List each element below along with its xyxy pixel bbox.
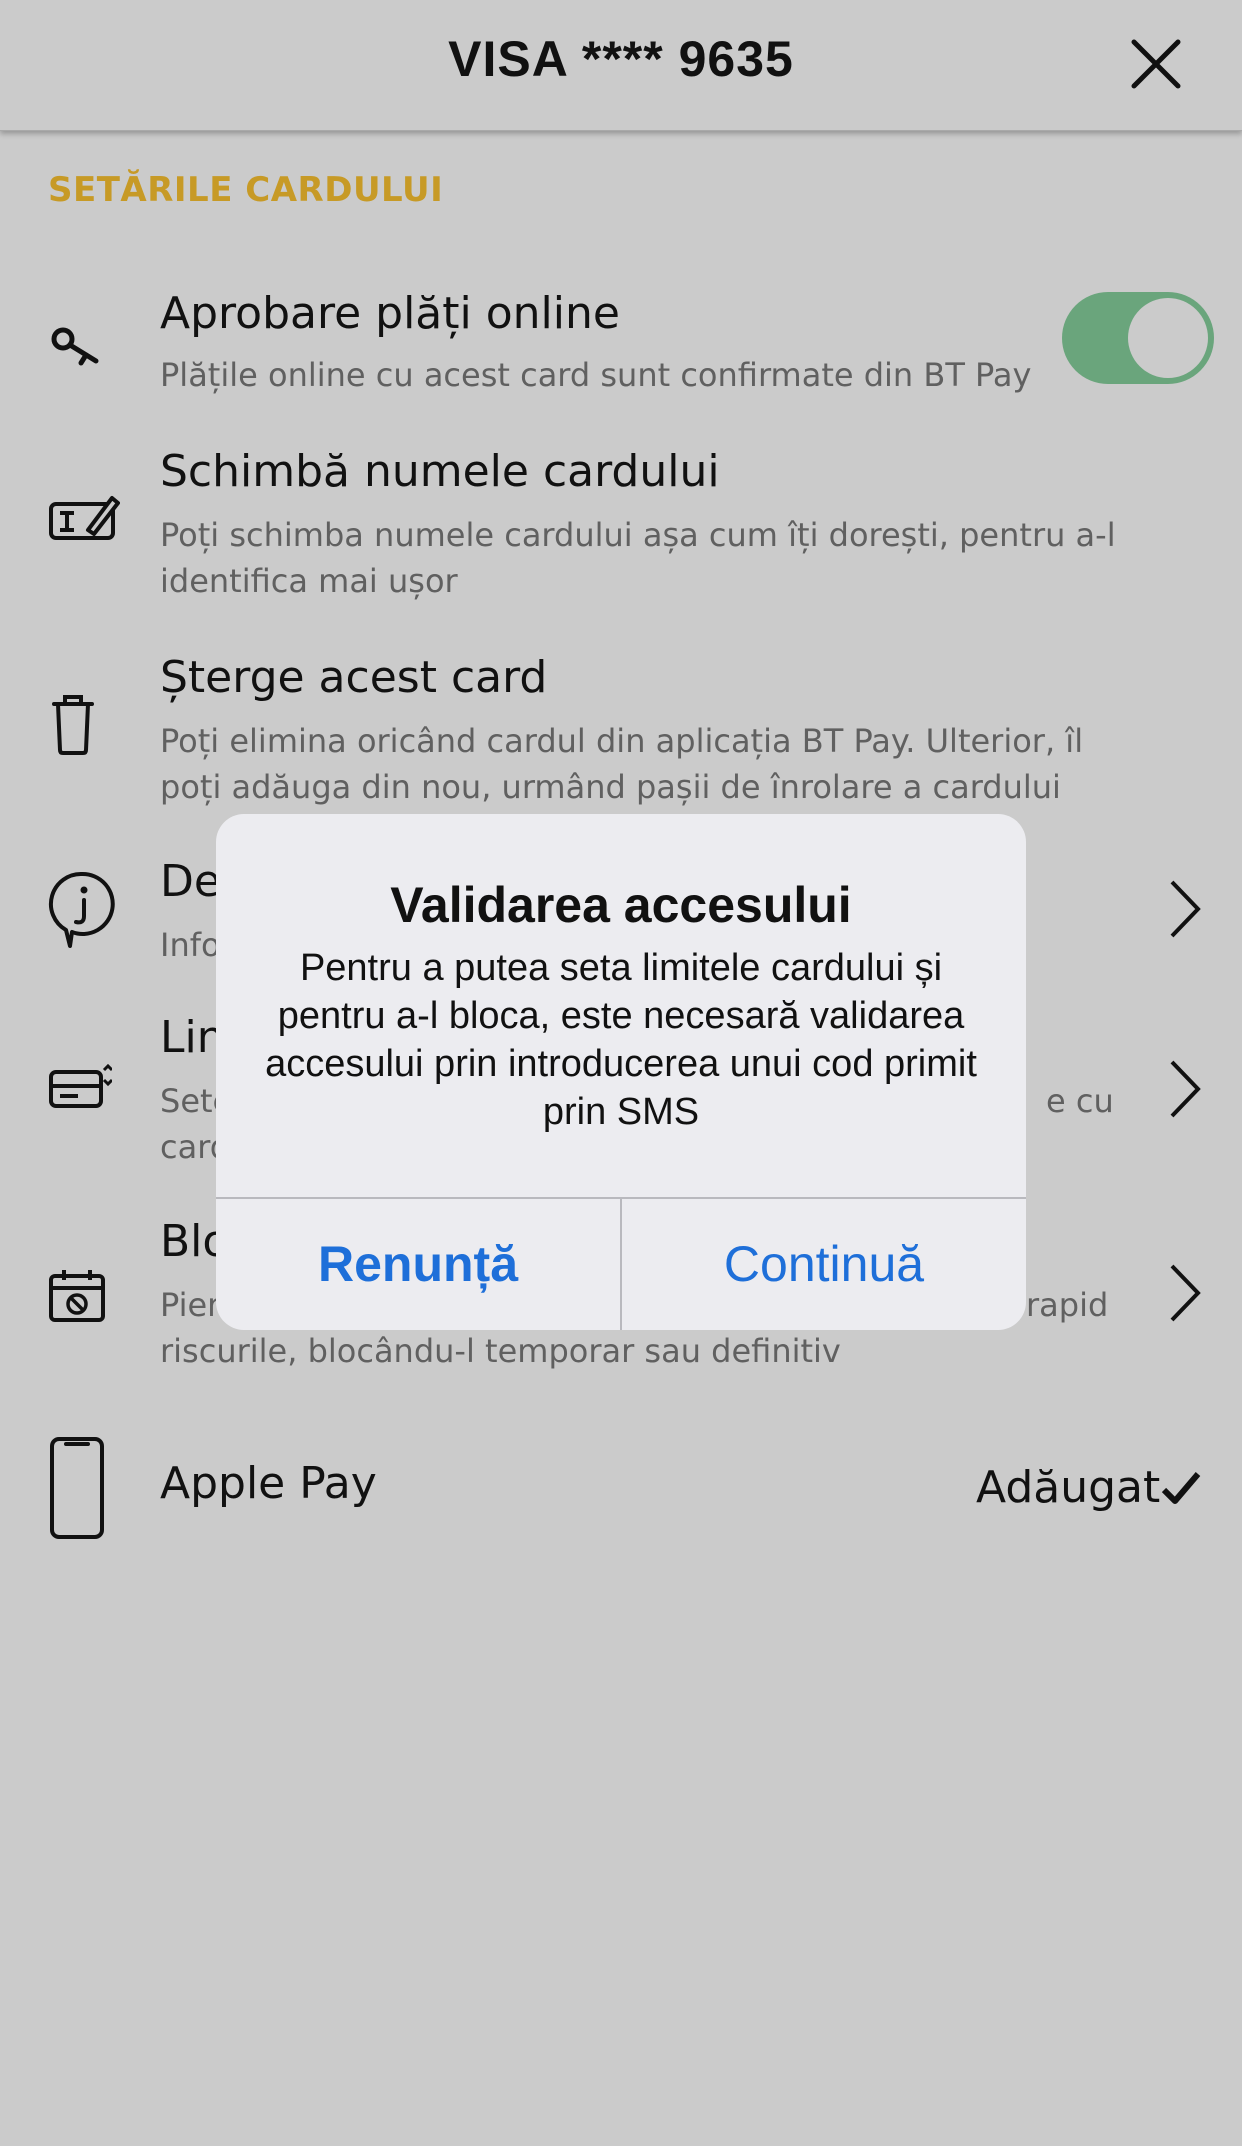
dialog-message: Pentru a putea seta limitele cardului și…: [265, 947, 977, 1133]
continue-button[interactable]: Continuă: [622, 1198, 1026, 1330]
cancel-button[interactable]: Renunță: [216, 1198, 620, 1330]
validation-dialog: Validarea accesului Pentru a putea seta …: [216, 814, 1026, 1330]
dialog-title: Validarea accesului: [390, 877, 852, 933]
